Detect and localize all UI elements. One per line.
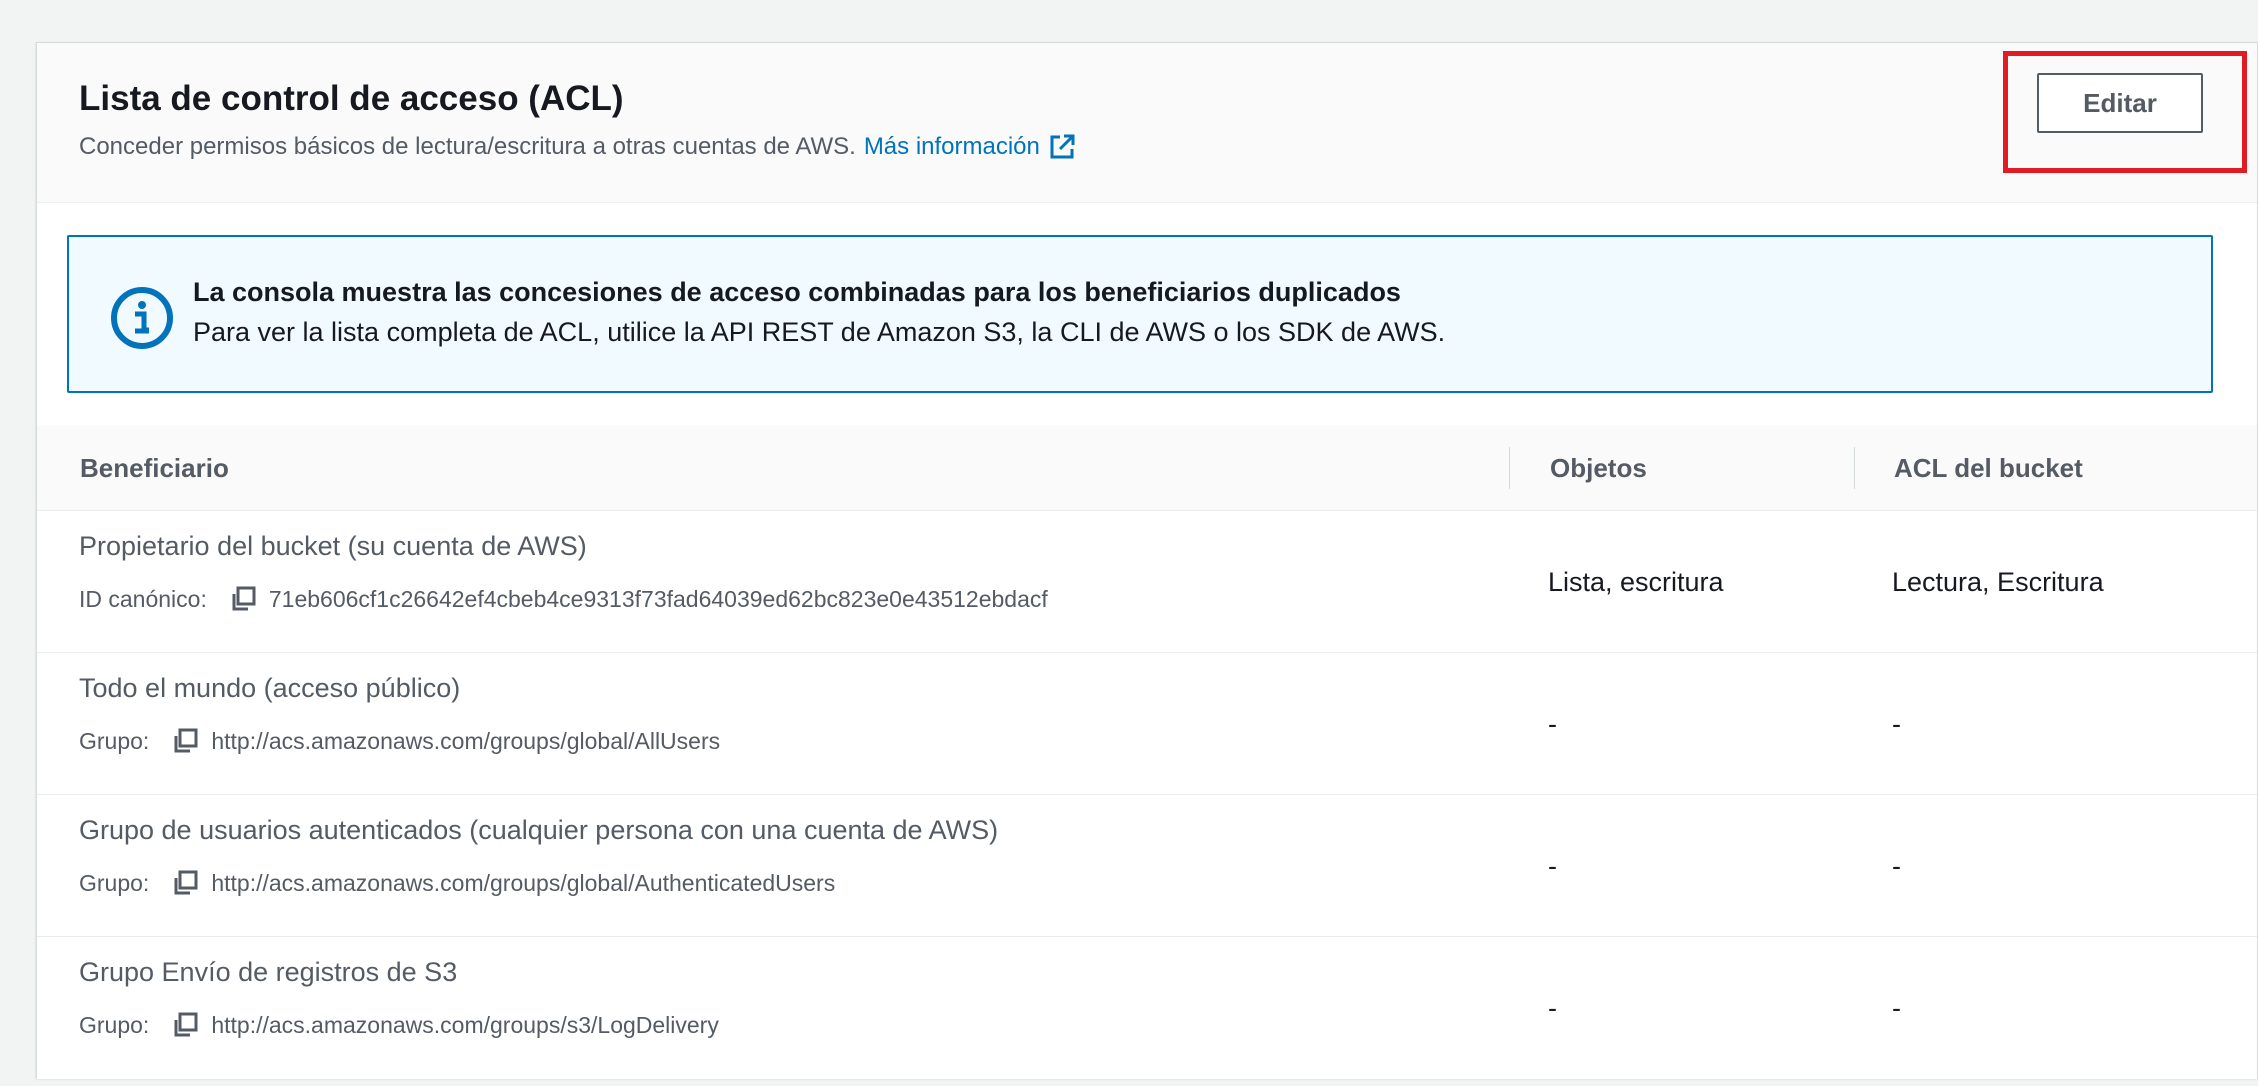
description-text: Conceder permisos básicos de lectura/esc…	[79, 133, 856, 160]
info-icon	[111, 287, 173, 349]
grantee-name: Grupo de usuarios autenticados (cualquie…	[79, 815, 999, 845]
edit-button[interactable]: Editar	[2037, 73, 2203, 133]
table-row: Todo el mundo (acceso público) Grupo: ht…	[37, 653, 2257, 795]
column-header-objects: Objetos	[1550, 452, 1647, 483]
objects-permission: Lista, escritura	[1548, 566, 1724, 597]
more-info-label: Más información	[863, 133, 1040, 160]
acl-panel: Lista de control de acceso (ACL) Concede…	[36, 42, 2258, 1079]
grantee-id-value: 71eb606cf1c26642ef4cbeb4ce9313f73fad6403…	[268, 585, 1048, 612]
table-row: Propietario del bucket (su cuenta de AWS…	[37, 511, 2257, 653]
grantee-id-value: http://acs.amazonaws.com/groups/global/A…	[211, 727, 721, 754]
bucket-acl-permission: Lectura, Escritura	[1892, 566, 2104, 597]
more-info-link[interactable]: Más información	[864, 133, 1076, 161]
panel-title: Lista de control de acceso (ACL)	[79, 79, 624, 118]
column-header-bucket-acl: ACL del bucket	[1894, 452, 2083, 483]
table-row: Grupo Envío de registros de S3 Grupo: ht…	[37, 937, 2257, 1079]
grantee-id-label: Grupo:	[79, 869, 150, 896]
grantee-name: Todo el mundo (acceso público)	[79, 673, 461, 703]
column-divider	[1509, 447, 1510, 489]
grantee-id-value: http://acs.amazonaws.com/groups/s3/LogDe…	[211, 1011, 719, 1038]
column-header-grantee: Beneficiario	[80, 452, 229, 483]
objects-permission: -	[1548, 708, 1557, 739]
info-alert-text: Para ver la lista completa de ACL, utili…	[193, 317, 1446, 347]
grantee-id-label: Grupo:	[79, 727, 150, 754]
info-alert-title: La consola muestra las concesiones de ac…	[193, 277, 1401, 307]
table-row: Grupo de usuarios autenticados (cualquie…	[37, 795, 2257, 937]
bucket-acl-permission: -	[1892, 708, 1901, 739]
grantee-id: Grupo: http://acs.amazonaws.com/groups/g…	[79, 725, 720, 757]
objects-permission: -	[1548, 850, 1557, 881]
grantee-id: Grupo: http://acs.amazonaws.com/groups/s…	[79, 1009, 719, 1041]
grantee-id: ID canónico: 71eb606cf1c26642ef4cbeb4ce9…	[79, 583, 1048, 615]
info-alert: La consola muestra las concesiones de ac…	[67, 235, 2213, 393]
copy-icon[interactable]	[169, 725, 201, 757]
bucket-acl-permission: -	[1892, 992, 1901, 1023]
external-link-icon	[1050, 134, 1075, 159]
grantee-id-value: http://acs.amazonaws.com/groups/global/A…	[211, 869, 836, 896]
bucket-acl-permission: -	[1892, 850, 1901, 881]
copy-icon[interactable]	[169, 1009, 201, 1041]
grantee-id-label: ID canónico:	[79, 585, 207, 612]
grantee-name: Grupo Envío de registros de S3	[79, 957, 458, 987]
grantee-name: Propietario del bucket (su cuenta de AWS…	[79, 531, 587, 561]
copy-icon[interactable]	[227, 583, 259, 615]
panel-description: Conceder permisos básicos de lectura/esc…	[79, 133, 1076, 161]
column-divider	[1854, 447, 1855, 489]
panel-header: Lista de control de acceso (ACL) Concede…	[37, 43, 2257, 203]
copy-icon[interactable]	[169, 867, 201, 899]
objects-permission: -	[1548, 992, 1557, 1023]
table-header: Beneficiario Objetos ACL del bucket	[37, 425, 2257, 511]
grantee-id: Grupo: http://acs.amazonaws.com/groups/g…	[79, 867, 835, 899]
grantee-id-label: Grupo:	[79, 1011, 150, 1038]
